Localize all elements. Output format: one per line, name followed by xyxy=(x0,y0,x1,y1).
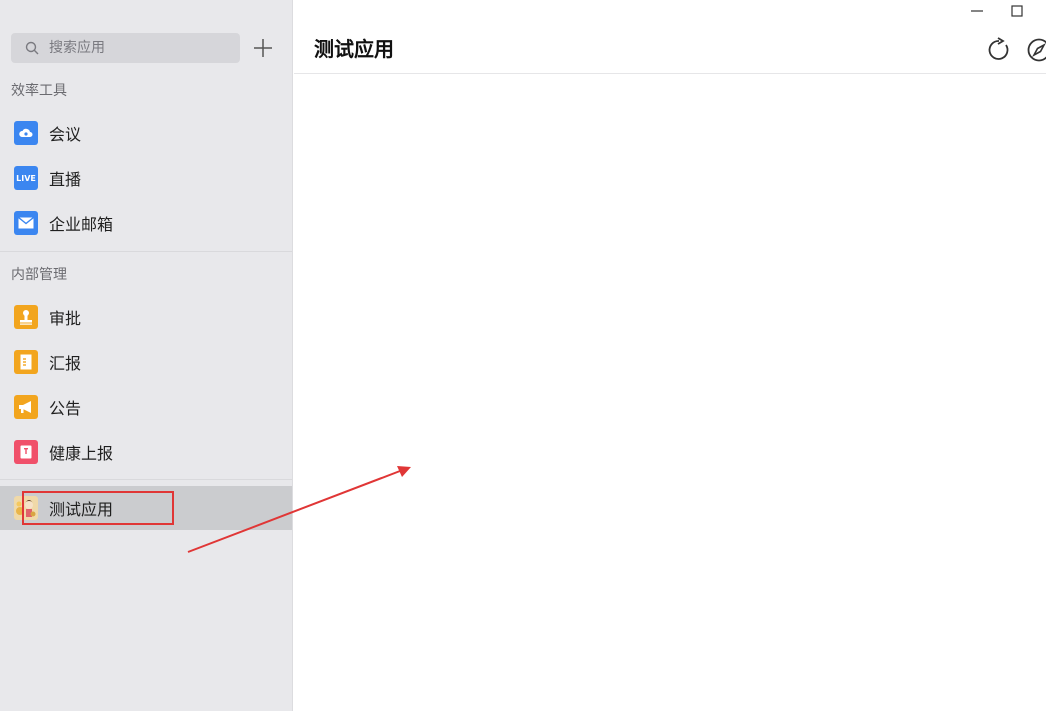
sidebar-item-meeting[interactable]: 会议 xyxy=(0,111,292,155)
report-icon xyxy=(14,350,38,374)
section-title-internal: 内部管理 xyxy=(11,267,67,283)
mail-icon xyxy=(14,211,38,235)
sidebar-item-health-report[interactable]: 健康上报 xyxy=(0,430,292,474)
search-row xyxy=(11,33,281,63)
sidebar-item-label: 企业邮箱 xyxy=(49,215,114,234)
add-app-button[interactable] xyxy=(251,36,275,60)
annotation-highlight-box xyxy=(22,491,174,525)
minimize-icon[interactable] xyxy=(970,4,984,18)
cloud-meeting-icon xyxy=(14,121,38,145)
stamp-icon xyxy=(14,305,38,329)
sidebar-item-label: 直播 xyxy=(49,170,82,189)
sidebar-item-label: 审批 xyxy=(49,309,82,328)
compass-icon[interactable] xyxy=(1026,37,1046,63)
maximize-icon[interactable] xyxy=(1010,4,1024,18)
sidebar-item-label: 公告 xyxy=(49,399,82,418)
sidebar-item-label: 健康上报 xyxy=(49,444,114,463)
section-title-efficiency: 效率工具 xyxy=(11,83,67,99)
live-icon: LIVE xyxy=(14,166,38,190)
sidebar-item-approval[interactable]: 审批 xyxy=(0,295,292,339)
search-input[interactable] xyxy=(11,33,240,63)
section-divider xyxy=(0,479,292,480)
sidebar-item-label: 会议 xyxy=(49,125,82,144)
page-title: 测试应用 xyxy=(314,37,394,61)
sidebar-item-label: 汇报 xyxy=(49,354,82,373)
search-icon xyxy=(25,41,39,55)
sidebar: 效率工具 会议 LIVE 直播 企业邮箱 内部管理 审批 汇报 公告 xyxy=(0,0,293,711)
refresh-icon[interactable] xyxy=(986,37,1012,63)
main-header: 测试应用 xyxy=(294,0,1046,74)
health-report-icon xyxy=(14,440,38,464)
sidebar-item-mail[interactable]: 企业邮箱 xyxy=(0,201,292,245)
sidebar-item-report[interactable]: 汇报 xyxy=(0,340,292,384)
sidebar-item-live[interactable]: LIVE 直播 xyxy=(0,156,292,200)
sidebar-item-announcement[interactable]: 公告 xyxy=(0,385,292,429)
megaphone-icon xyxy=(14,395,38,419)
section-divider xyxy=(0,251,292,252)
